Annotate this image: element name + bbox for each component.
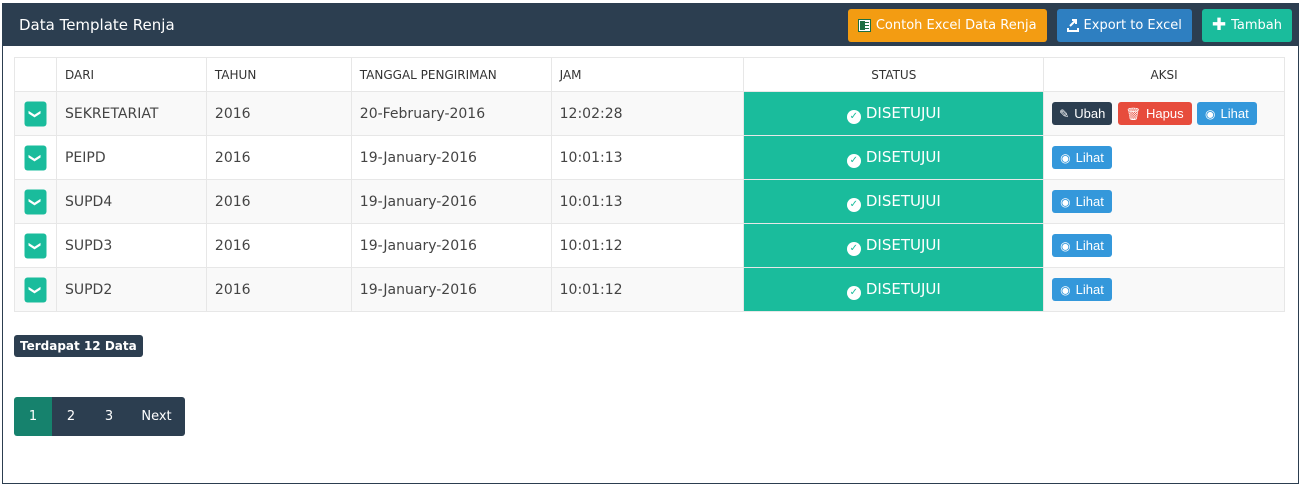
renja-table: DARI TAHUN TANGGAL PENGIRIMAN JAM STATUS… bbox=[14, 57, 1285, 312]
renja-panel: Data Template Renja Contoh Excel Data Re… bbox=[2, 3, 1299, 484]
chevron-down-icon[interactable]: ❯ bbox=[24, 277, 47, 302]
view-button[interactable]: ◉ Lihat bbox=[1052, 278, 1112, 301]
check-circle-icon: ✓ bbox=[846, 197, 861, 212]
status-cell: ✓ DISETUJUI bbox=[743, 91, 1045, 136]
eye-icon: ◉ bbox=[1060, 238, 1071, 253]
cell-jam: 10:01:12 bbox=[550, 223, 745, 268]
chevron-down-icon[interactable]: ❯ bbox=[24, 101, 47, 126]
excel-example-button[interactable]: Contoh Excel Data Renja bbox=[847, 8, 1047, 42]
page-1[interactable]: 1 bbox=[14, 397, 52, 436]
table-header-row: DARI TAHUN TANGGAL PENGIRIMAN JAM STATUS… bbox=[14, 57, 1285, 92]
status-label: DISETUJUI bbox=[865, 279, 941, 298]
data-count-badge: Terdapat 12 Data bbox=[14, 335, 143, 357]
cell-jam: 10:01:13 bbox=[550, 179, 745, 224]
cell-tahun: 2016 bbox=[205, 91, 352, 136]
status-label: DISETUJUI bbox=[865, 147, 941, 166]
export-excel-button[interactable]: Export to Excel bbox=[1056, 8, 1192, 42]
cell-tahun: 2016 bbox=[205, 267, 352, 312]
delete-label: Hapus bbox=[1146, 106, 1184, 121]
col-dari[interactable]: DARI bbox=[55, 57, 207, 92]
view-button[interactable]: ◉ Lihat bbox=[1197, 102, 1257, 125]
table-row: ❯ SUPD4 2016 19-January-2016 10:01:13 ✓ D… bbox=[14, 179, 1285, 224]
status-cell: ✓ DISETUJUI bbox=[743, 267, 1045, 312]
chevron-down-icon[interactable]: ❯ bbox=[24, 189, 47, 214]
table-row: ❯ SEKRETARIAT 2016 20-February-2016 12:0… bbox=[14, 91, 1285, 136]
header-actions: Contoh Excel Data Renja Export to Excel … bbox=[847, 8, 1292, 42]
cell-tanggal: 19-January-2016 bbox=[350, 267, 552, 312]
col-jam[interactable]: JAM bbox=[550, 57, 745, 92]
table-row: ❯ SUPD3 2016 19-January-2016 10:01:12 ✓ D… bbox=[14, 223, 1285, 268]
cell-tanggal: 19-January-2016 bbox=[350, 135, 552, 180]
status-label: DISETUJUI bbox=[865, 235, 941, 254]
status-cell: ✓ DISETUJUI bbox=[743, 223, 1045, 268]
view-label: Lihat bbox=[1220, 106, 1249, 121]
excel-icon bbox=[857, 18, 871, 32]
edit-icon: ✎ bbox=[1059, 106, 1070, 121]
cell-tanggal: 20-February-2016 bbox=[350, 91, 552, 136]
view-button[interactable]: ◉ Lihat bbox=[1052, 234, 1112, 257]
chevron-down-icon[interactable]: ❯ bbox=[24, 145, 47, 170]
actions-cell: ◉ Lihat bbox=[1043, 267, 1285, 312]
cell-jam: 10:01:12 bbox=[550, 267, 745, 312]
actions-cell: ◉ Lihat bbox=[1043, 135, 1285, 180]
cell-tanggal: 19-January-2016 bbox=[350, 179, 552, 224]
add-button[interactable]: ✚ Tambah bbox=[1201, 8, 1292, 42]
view-label: Lihat bbox=[1075, 282, 1104, 297]
cell-jam: 12:02:28 bbox=[550, 91, 745, 136]
cell-dari: SUPD2 bbox=[55, 267, 207, 312]
status-label: DISETUJUI bbox=[865, 191, 941, 210]
eye-icon: ◉ bbox=[1060, 282, 1071, 297]
eye-icon: ◉ bbox=[1060, 194, 1071, 209]
export-icon bbox=[1066, 18, 1079, 32]
actions-cell: ◉ Lihat bbox=[1043, 223, 1285, 268]
table-row: ❯ PEIPD 2016 19-January-2016 10:01:13 ✓ D… bbox=[14, 135, 1285, 180]
edit-button[interactable]: ✎ Ubah bbox=[1052, 102, 1113, 125]
pagination: 1 2 3 Next bbox=[14, 397, 185, 436]
page-2[interactable]: 2 bbox=[52, 397, 90, 436]
status-cell: ✓ DISETUJUI bbox=[743, 179, 1045, 224]
col-status[interactable]: STATUS bbox=[743, 57, 1045, 92]
table-row: ❯ SUPD2 2016 19-January-2016 10:01:12 ✓ D… bbox=[14, 267, 1285, 312]
status-label: DISETUJUI bbox=[865, 103, 941, 122]
view-label: Lihat bbox=[1075, 194, 1104, 209]
trash-icon: 🗑 bbox=[1125, 106, 1141, 121]
check-circle-icon: ✓ bbox=[846, 153, 861, 168]
view-button[interactable]: ◉ Lihat bbox=[1052, 146, 1112, 169]
view-label: Lihat bbox=[1075, 238, 1104, 253]
page-title: Data Template Renja bbox=[19, 16, 175, 34]
actions-cell: ◉ Lihat bbox=[1043, 179, 1285, 224]
cell-dari: PEIPD bbox=[55, 135, 207, 180]
edit-label: Ubah bbox=[1074, 106, 1106, 121]
cell-dari: SUPD4 bbox=[55, 179, 207, 224]
cell-tahun: 2016 bbox=[205, 179, 352, 224]
panel-heading: Data Template Renja Contoh Excel Data Re… bbox=[3, 4, 1298, 46]
check-circle-icon: ✓ bbox=[846, 241, 861, 256]
eye-icon: ◉ bbox=[1205, 106, 1216, 121]
cell-tahun: 2016 bbox=[205, 135, 352, 180]
cell-tahun: 2016 bbox=[205, 223, 352, 268]
view-button[interactable]: ◉ Lihat bbox=[1052, 190, 1112, 213]
col-toggle bbox=[14, 57, 57, 92]
col-aksi: AKSI bbox=[1043, 57, 1285, 92]
cell-dari: SEKRETARIAT bbox=[55, 91, 207, 136]
plus-icon: ✚ bbox=[1211, 14, 1227, 35]
check-circle-icon: ✓ bbox=[846, 109, 861, 124]
next-page-button[interactable]: Next bbox=[128, 397, 185, 436]
cell-jam: 10:01:13 bbox=[550, 135, 745, 180]
export-label: Export to Excel bbox=[1083, 17, 1182, 33]
delete-button[interactable]: 🗑 Hapus bbox=[1117, 102, 1192, 125]
chevron-down-icon[interactable]: ❯ bbox=[24, 233, 47, 258]
eye-icon: ◉ bbox=[1060, 150, 1071, 165]
status-cell: ✓ DISETUJUI bbox=[743, 135, 1045, 180]
add-label: Tambah bbox=[1231, 17, 1282, 33]
view-label: Lihat bbox=[1075, 150, 1104, 165]
excel-example-label: Contoh Excel Data Renja bbox=[875, 17, 1037, 33]
actions-cell: ✎ Ubah 🗑 Hapus ◉ Lihat bbox=[1043, 91, 1285, 136]
cell-tanggal: 19-January-2016 bbox=[350, 223, 552, 268]
cell-dari: SUPD3 bbox=[55, 223, 207, 268]
page-3[interactable]: 3 bbox=[90, 397, 128, 436]
col-tahun[interactable]: TAHUN bbox=[205, 57, 352, 92]
col-tanggal[interactable]: TANGGAL PENGIRIMAN bbox=[350, 57, 552, 92]
check-circle-icon: ✓ bbox=[846, 285, 861, 300]
